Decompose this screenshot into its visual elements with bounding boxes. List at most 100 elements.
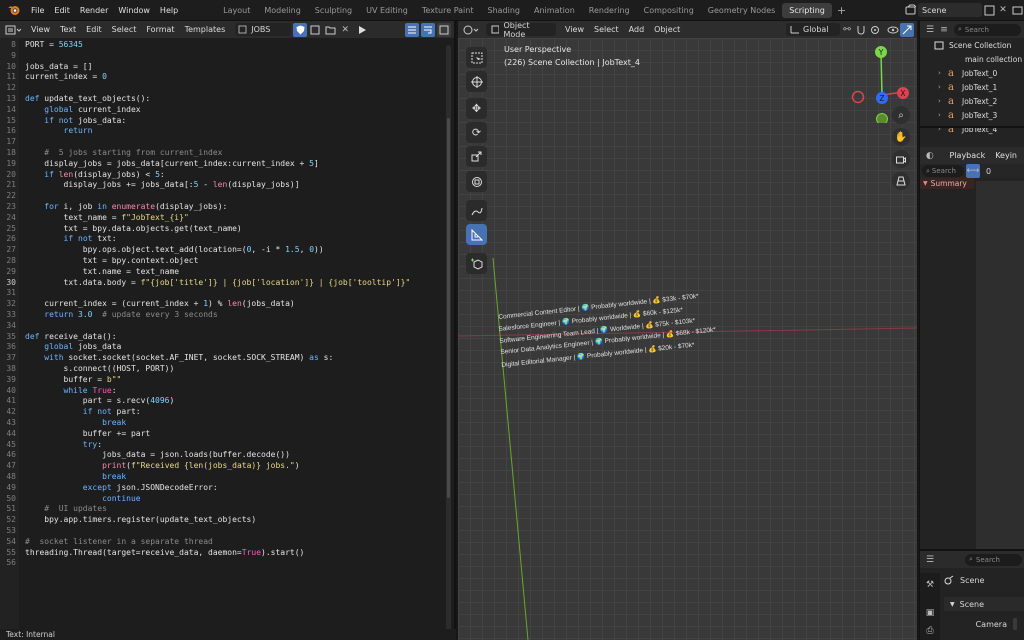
new-text-icon[interactable] <box>308 23 322 37</box>
tab-rendering[interactable]: Rendering <box>582 3 637 18</box>
pivot-point-icon[interactable]: ⚯ <box>840 23 854 37</box>
frame-value[interactable]: 0 <box>986 167 991 176</box>
expand-chevron-icon[interactable]: › <box>938 69 948 77</box>
transform-orientation-dropdown[interactable]: Global <box>786 23 840 36</box>
annotate-tool-icon[interactable] <box>466 200 487 221</box>
viewport-menu-select[interactable]: Select <box>589 23 624 36</box>
move-tool-icon[interactable]: ✥ <box>466 98 487 119</box>
menu-render[interactable]: Render <box>75 6 113 15</box>
add-workspace-button[interactable]: + <box>832 4 851 17</box>
viewport-menu-object[interactable]: Object <box>649 23 685 36</box>
viewport-menu-view[interactable]: View <box>560 23 589 36</box>
camera-field[interactable] <box>1013 618 1017 630</box>
scene-panel-header[interactable]: ▼ Scene <box>944 597 1024 611</box>
outliner-search[interactable]: ⌕ Search <box>954 23 1021 36</box>
menu-edit[interactable]: Edit <box>49 6 75 15</box>
delete-scene-icon[interactable]: ✕ <box>996 3 1010 17</box>
code-line: # 5 jobs starting from current_index <box>44 148 223 157</box>
output-properties-icon[interactable]: ⎙ <box>923 624 937 638</box>
summary-channel[interactable]: ▼ Summary <box>920 178 974 189</box>
tab-layout[interactable]: Layout <box>216 3 257 18</box>
cursor-tool-icon[interactable] <box>466 71 487 92</box>
text-editor-menu-edit[interactable]: Edit <box>81 23 107 36</box>
select-box-tool-icon[interactable] <box>466 47 487 68</box>
menu-file[interactable]: File <box>26 6 49 15</box>
gizmo-toggle-icon[interactable] <box>900 22 914 37</box>
editor-type-icon[interactable] <box>3 23 25 36</box>
outliner-scene-collection[interactable]: Scene Collection <box>920 38 1024 52</box>
expand-chevron-icon[interactable]: › <box>938 97 948 105</box>
tab-uv-editing[interactable]: UV Editing <box>359 3 415 18</box>
tab-scripting[interactable]: Scripting <box>782 2 832 18</box>
text-editor-menu-select[interactable]: Select <box>107 23 142 36</box>
text-editor-menu-format[interactable]: Format <box>141 23 179 36</box>
transform-tool-icon[interactable] <box>466 171 487 192</box>
expand-chevron-icon[interactable]: › <box>938 83 948 91</box>
zoom-icon[interactable]: ⌕ <box>892 106 910 124</box>
line-number: 48 <box>6 472 16 481</box>
proportional-editing-icon[interactable] <box>868 23 882 37</box>
tab-sculpting[interactable]: Sculpting <box>308 3 359 18</box>
scrollbar-thumb[interactable] <box>447 118 450 498</box>
text-block-selector[interactable]: JOBS <box>235 23 292 36</box>
unlink-text-icon[interactable]: ✕ <box>338 23 352 37</box>
properties-search[interactable]: ⌕ Search <box>965 553 1022 566</box>
line-number: 18 <box>6 148 16 157</box>
word-wrap-toggle-icon[interactable] <box>421 22 435 37</box>
scene-collection-icon <box>934 41 944 49</box>
outliner-item-jobtext_4[interactable]: › a JobText_4 <box>920 122 1024 136</box>
measure-tool-icon[interactable] <box>466 224 487 245</box>
add-cube-tool-icon[interactable] <box>466 253 487 274</box>
viewport-menu-add[interactable]: Add <box>624 23 650 36</box>
frame-swap-icon[interactable]: ⟷ <box>966 164 980 178</box>
filter-icon[interactable]: ≡ <box>937 23 951 37</box>
outliner-item-jobtext_3[interactable]: › a JobText_3 <box>920 108 1024 122</box>
render-properties-icon[interactable]: ▣ <box>923 606 937 620</box>
menu-help[interactable]: Help <box>155 6 183 15</box>
visibility-icon[interactable] <box>886 23 900 37</box>
expand-chevron-icon[interactable]: › <box>938 111 948 119</box>
rotate-tool-icon[interactable]: ⟳ <box>466 122 487 143</box>
outliner-item-jobtext_1[interactable]: › a JobText_1 <box>920 80 1024 94</box>
text-editor-menu-templates[interactable]: Templates <box>180 23 231 36</box>
line-numbers-toggle-icon[interactable] <box>405 22 419 37</box>
3d-viewport[interactable]: Object Mode View Select Add Object Global ⚯… <box>458 21 917 640</box>
tab-shading[interactable]: Shading <box>480 3 527 18</box>
snap-icon[interactable] <box>854 23 868 37</box>
open-text-folder-icon[interactable] <box>323 23 337 37</box>
tool-properties-icon[interactable]: ⚒ <box>923 578 937 592</box>
outliner-main-collection[interactable]: main collection <box>920 52 1024 66</box>
run-script-icon[interactable] <box>355 23 369 37</box>
playback-menu[interactable]: Playback <box>945 151 991 160</box>
fake-user-shield-icon[interactable] <box>293 22 308 37</box>
timeline-editor-type-icon[interactable]: ◐ <box>923 149 937 163</box>
keying-menu[interactable]: Keyin <box>990 151 1022 160</box>
text-editor-menu-view[interactable]: View <box>26 23 55 36</box>
viewport-editor-type-icon[interactable] <box>461 23 483 36</box>
blender-logo-icon[interactable] <box>6 3 22 17</box>
pan-hand-icon[interactable]: ✋ <box>892 128 910 146</box>
text-editor-menu-text[interactable]: Text <box>55 23 81 36</box>
outliner-item-jobtext_2[interactable]: › a JobText_2 <box>920 94 1024 108</box>
camera-view-icon[interactable] <box>892 150 910 168</box>
scene-icon[interactable] <box>904 3 918 17</box>
code-area[interactable]: 8 PORT = 56345 9 10 jobs_data = [] 11 current_… <box>0 38 450 630</box>
view-layer-icon[interactable] <box>1010 3 1024 17</box>
outliner-item-jobtext_0[interactable]: › a JobText_0 <box>920 66 1024 80</box>
timeline-track-area[interactable] <box>976 181 1024 551</box>
properties-editor-type-icon[interactable]: ☰ <box>923 553 937 567</box>
menu-window[interactable]: Window <box>113 6 155 15</box>
tab-texture-paint[interactable]: Texture Paint <box>415 3 481 18</box>
outliner-editor-type-icon[interactable]: ☰ <box>923 23 937 37</box>
scale-tool-icon[interactable] <box>466 146 487 167</box>
perspective-toggle-icon[interactable] <box>892 172 910 190</box>
timeline-search[interactable]: ⌕ Search <box>922 165 964 177</box>
syntax-highlight-toggle-icon[interactable] <box>437 22 451 37</box>
tab-geometry-nodes[interactable]: Geometry Nodes <box>701 3 782 18</box>
tab-modeling[interactable]: Modeling <box>257 3 307 18</box>
new-scene-icon[interactable] <box>982 3 996 17</box>
tab-animation[interactable]: Animation <box>527 3 582 18</box>
scene-selector[interactable]: Scene <box>918 3 982 17</box>
object-mode-dropdown[interactable]: Object Mode <box>486 21 556 39</box>
tab-compositing[interactable]: Compositing <box>637 3 701 18</box>
